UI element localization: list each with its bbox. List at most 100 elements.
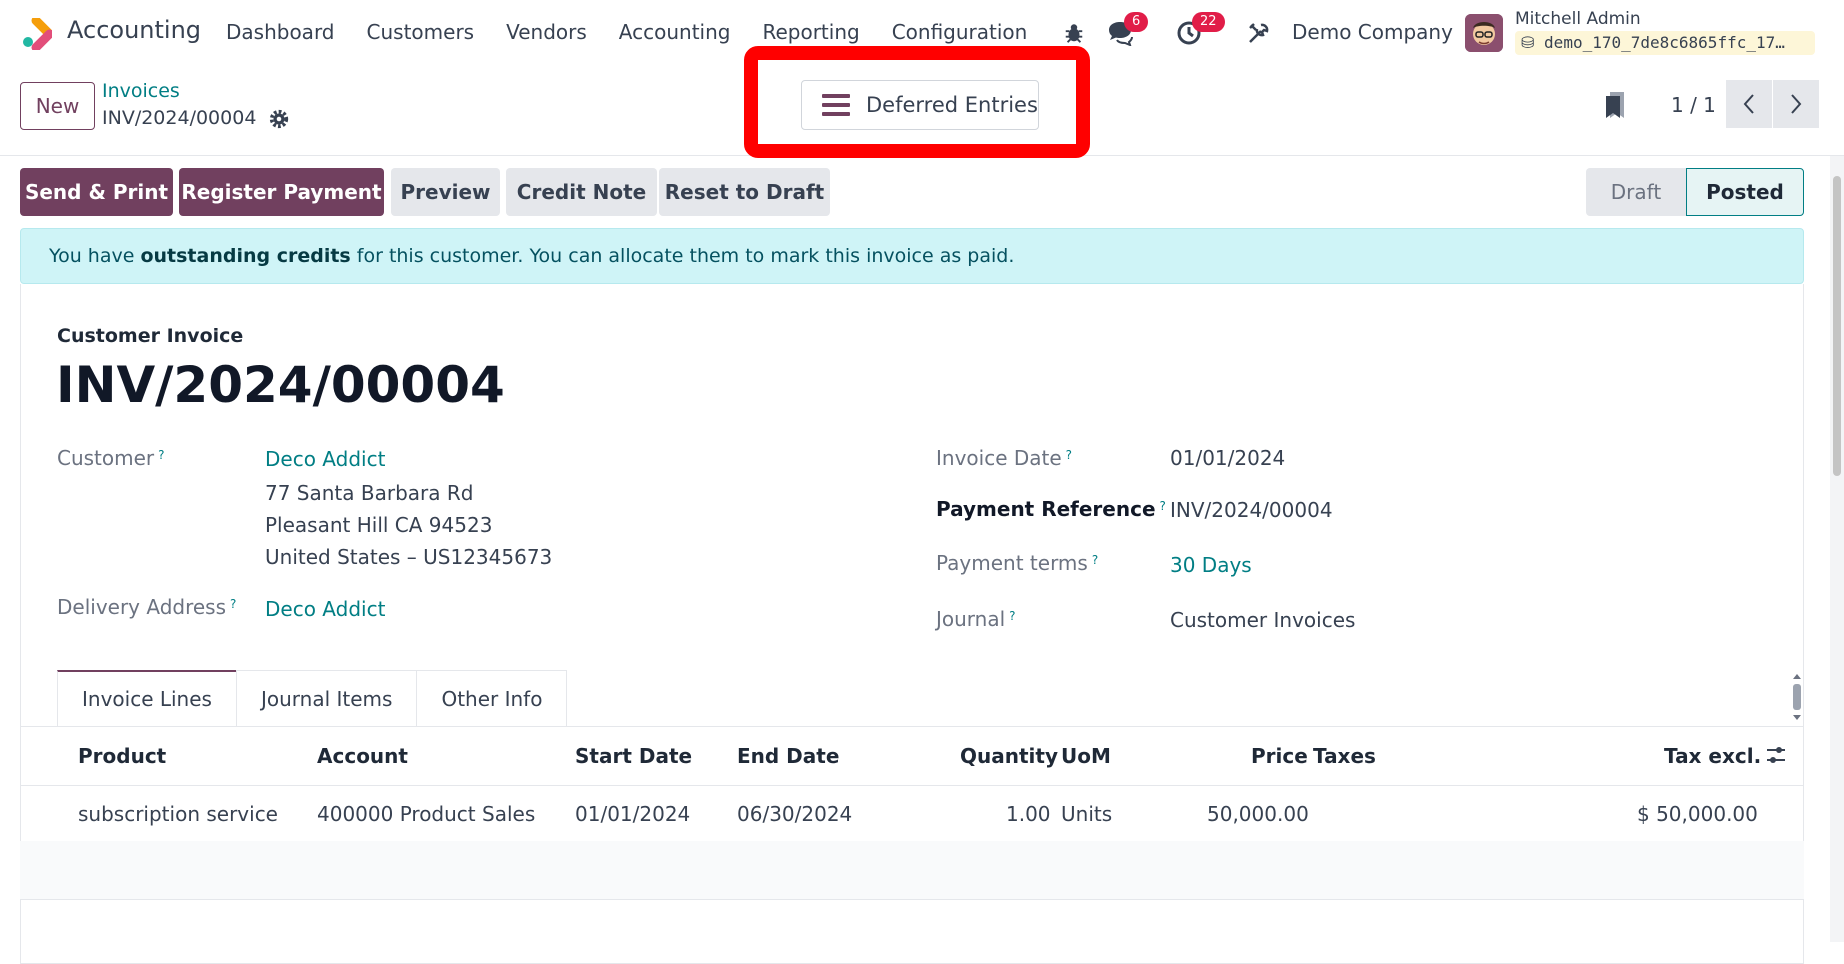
customer-field-label: Customer?: [57, 446, 165, 470]
avatar[interactable]: [1465, 14, 1503, 52]
customer-address-line3: United States – US12345673: [265, 545, 553, 569]
help-icon[interactable]: ?: [1160, 499, 1166, 513]
invoice-date-label-text: Invoice Date: [936, 446, 1062, 470]
database-label: demo_170_7de8c6865ffc_17…: [1544, 33, 1785, 52]
cell-product[interactable]: subscription service: [78, 802, 278, 826]
column-tax-excl[interactable]: Tax excl.: [1664, 744, 1761, 768]
outstanding-credits-alert: You have outstanding credits for this cu…: [20, 228, 1804, 284]
page-scrollbar[interactable]: [1830, 156, 1844, 942]
cell-end-date[interactable]: 06/30/2024: [737, 802, 852, 826]
header-divider: [20, 785, 1804, 786]
cell-quantity[interactable]: 1.00: [1006, 802, 1051, 826]
send-print-button[interactable]: Send & Print: [20, 168, 173, 216]
company-switcher[interactable]: Demo Company: [1292, 20, 1453, 44]
help-icon[interactable]: ?: [158, 448, 164, 462]
column-price[interactable]: Price: [1251, 744, 1308, 768]
settings-tools-button[interactable]: [1244, 14, 1274, 52]
status-draft[interactable]: Draft: [1586, 168, 1686, 216]
payment-reference-label-text: Payment Reference: [936, 497, 1156, 521]
cell-tax-excl: $ 50,000.00: [1637, 802, 1758, 826]
user-name[interactable]: Mitchell Admin: [1515, 9, 1641, 29]
app-logo-icon[interactable]: [20, 18, 52, 50]
column-account[interactable]: Account: [317, 744, 408, 768]
menu-configuration[interactable]: Configuration: [892, 20, 1028, 44]
cell-uom[interactable]: Units: [1061, 802, 1112, 826]
pager-value[interactable]: 1 / 1: [1671, 93, 1716, 117]
tab-journal-items[interactable]: Journal Items: [235, 670, 418, 726]
chevron-right-icon: [1791, 94, 1802, 114]
column-end-date[interactable]: End Date: [737, 744, 839, 768]
menu-customers[interactable]: Customers: [367, 20, 475, 44]
empty-table-row: [20, 841, 1804, 899]
pager-previous-button[interactable]: [1726, 80, 1772, 128]
attachments-icon[interactable]: [1604, 90, 1626, 120]
document-type: Customer Invoice: [57, 325, 244, 347]
payment-reference-value[interactable]: INV/2024/00004: [1170, 498, 1333, 522]
gear-icon[interactable]: [268, 108, 290, 130]
customer-link[interactable]: Deco Addict: [265, 447, 385, 471]
hamburger-icon: [822, 94, 850, 116]
menu-accounting[interactable]: Accounting: [619, 20, 731, 44]
bug-icon: [1065, 24, 1083, 43]
help-icon[interactable]: ?: [1009, 609, 1015, 623]
help-icon[interactable]: ?: [1066, 448, 1072, 462]
user-avatar-icon: [1465, 14, 1503, 52]
action-bar: Send & Print Register Payment Preview Cr…: [0, 156, 1844, 226]
tools-icon: [1249, 23, 1269, 43]
menu-dashboard[interactable]: Dashboard: [226, 20, 335, 44]
menu-vendors[interactable]: Vendors: [506, 20, 587, 44]
optional-columns-icon[interactable]: [1765, 744, 1787, 766]
status-bar: Draft Posted: [1586, 168, 1804, 216]
deferred-entries-button[interactable]: Deferred Entries: [801, 80, 1039, 130]
new-button[interactable]: New: [20, 82, 95, 130]
messages-button[interactable]: 6: [1104, 12, 1149, 52]
breadcrumb-current: INV/2024/00004: [102, 107, 257, 129]
cell-account[interactable]: 400000 Product Sales: [317, 802, 535, 826]
alert-suffix: for this customer. You can allocate them…: [350, 245, 1015, 267]
column-uom[interactable]: UoM: [1061, 744, 1111, 768]
customer-address-line1: 77 Santa Barbara Rd: [265, 481, 474, 505]
payment-terms-field-label: Payment terms?: [936, 551, 1098, 575]
register-payment-button[interactable]: Register Payment: [179, 168, 384, 216]
activities-button[interactable]: 22: [1172, 12, 1225, 52]
reset-to-draft-button[interactable]: Reset to Draft: [659, 168, 830, 216]
activities-badge: 22: [1192, 12, 1225, 32]
cell-price[interactable]: 50,000.00: [1207, 802, 1309, 826]
chevron-left-icon: [1743, 94, 1754, 114]
delivery-field-label: Delivery Address?: [57, 595, 236, 619]
payment-terms-label-text: Payment terms: [936, 551, 1088, 575]
database-name: ⛁ demo_170_7de8c6865ffc_17…: [1515, 31, 1815, 55]
scrollbar-thumb[interactable]: [1833, 176, 1841, 476]
breadcrumb-invoices[interactable]: Invoices: [102, 80, 180, 102]
cell-start-date[interactable]: 01/01/2024: [575, 802, 690, 826]
preview-button[interactable]: Preview: [391, 168, 500, 216]
page-title: INV/2024/00004: [56, 356, 505, 414]
tab-scrollbar[interactable]: [1790, 672, 1804, 722]
pager-next-button[interactable]: [1773, 80, 1819, 128]
deferred-entries-label: Deferred Entries: [866, 93, 1038, 117]
app-title[interactable]: Accounting: [67, 16, 201, 44]
journal-value[interactable]: Customer Invoices: [1170, 608, 1355, 632]
tab-invoice-lines[interactable]: Invoice Lines: [57, 670, 237, 726]
payment-reference-field-label: Payment Reference?: [936, 497, 1166, 521]
column-start-date[interactable]: Start Date: [575, 744, 692, 768]
tab-other-info[interactable]: Other Info: [416, 670, 568, 726]
column-quantity[interactable]: Quantity: [960, 744, 1058, 768]
alert-strong: outstanding credits: [140, 245, 351, 267]
database-icon: ⛁: [1521, 33, 1535, 52]
column-taxes[interactable]: Taxes: [1313, 744, 1376, 768]
column-product[interactable]: Product: [78, 744, 166, 768]
help-icon[interactable]: ?: [1092, 553, 1098, 567]
journal-label-text: Journal: [936, 607, 1006, 631]
menu-reporting[interactable]: Reporting: [762, 20, 859, 44]
messages-badge: 6: [1124, 12, 1149, 32]
invoice-date-value[interactable]: 01/01/2024: [1170, 446, 1285, 470]
credit-note-button[interactable]: Credit Note: [506, 168, 657, 216]
main-menu: Dashboard Customers Vendors Accounting R…: [226, 20, 1059, 44]
delivery-address-link[interactable]: Deco Addict: [265, 597, 385, 621]
customer-address-line2: Pleasant Hill CA 94523: [265, 513, 493, 537]
help-icon[interactable]: ?: [230, 597, 236, 611]
invoice-date-field-label: Invoice Date?: [936, 446, 1072, 470]
payment-terms-link[interactable]: 30 Days: [1170, 553, 1252, 577]
status-posted[interactable]: Posted: [1686, 168, 1804, 216]
